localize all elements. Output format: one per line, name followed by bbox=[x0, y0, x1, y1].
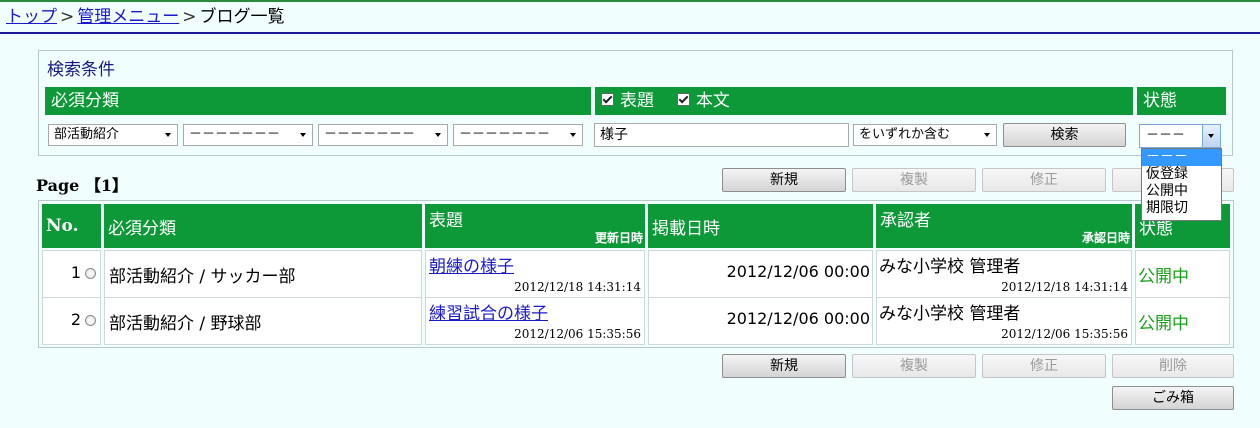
category-select-2[interactable]: －－－－－－－ bbox=[183, 124, 313, 146]
table-row-1-title: 朝練の様子 2012/12/18 14:31:14 bbox=[425, 250, 645, 298]
header-no: No. bbox=[42, 204, 101, 248]
new-button[interactable]: 新規 bbox=[722, 168, 846, 192]
copy-button-bottom[interactable]: 複製 bbox=[852, 354, 976, 378]
header-approved-label: 承認日時 bbox=[1081, 231, 1130, 245]
header-category: 必須分類 bbox=[104, 204, 422, 248]
header-updated-label: 更新日時 bbox=[594, 231, 643, 245]
approved-datetime: 2012/12/06 15:35:56 bbox=[1001, 327, 1128, 341]
status-option[interactable]: 公開中 bbox=[1142, 183, 1221, 200]
blog-table: No. 必須分類 表題 更新日時 掲載日時 承認者 承認日時 状態 1 部活動紹介 … bbox=[38, 200, 1234, 348]
header-approver-label: 承認者 bbox=[880, 211, 931, 231]
title-check-label: 表題 bbox=[620, 91, 654, 111]
category-select-3-value: －－－－－－－ bbox=[324, 127, 416, 142]
table-row-1-published: 2012/12/06 00:00 bbox=[648, 250, 873, 298]
status-option[interactable]: 仮登録 bbox=[1142, 166, 1221, 183]
blog-title-link[interactable]: 練習試合の様子 bbox=[429, 304, 548, 324]
chevron-down-icon bbox=[165, 133, 171, 137]
header-title-label: 表題 bbox=[429, 211, 463, 231]
header-published-label: 掲載日時 bbox=[652, 219, 720, 239]
table-row-2-approver: みな小学校 管理者 2012/12/06 15:35:56 bbox=[876, 297, 1132, 345]
category-header: 必須分類 bbox=[45, 87, 591, 115]
search-button[interactable]: 検索 bbox=[1003, 123, 1126, 147]
match-mode-value: をいずれか含む bbox=[859, 127, 951, 142]
breadcrumb-current: ブログ一覧 bbox=[199, 7, 285, 27]
header-title: 表題更新日時 bbox=[425, 204, 645, 248]
table-row-2-no: 2 bbox=[42, 297, 101, 345]
status-select-value: －－－ bbox=[1146, 128, 1186, 143]
body-checkbox[interactable] bbox=[676, 93, 690, 106]
copy-button[interactable]: 複製 bbox=[852, 168, 976, 192]
category-select-3[interactable]: －－－－－－－ bbox=[318, 124, 448, 146]
body-check-label: 本文 bbox=[695, 91, 730, 111]
table-row-1-no: 1 bbox=[42, 250, 101, 298]
status-option[interactable]: 期限切 bbox=[1142, 200, 1221, 217]
category-select-2-value: －－－－－－－ bbox=[189, 127, 281, 142]
edit-button[interactable]: 修正 bbox=[982, 168, 1106, 192]
table-row-1-status: 公開中 bbox=[1135, 250, 1230, 298]
breadcrumb-menu-link[interactable]: 管理メニュー bbox=[77, 7, 179, 27]
table-row-2-category: 部活動紹介 / 野球部 bbox=[104, 297, 422, 345]
chevron-down-icon bbox=[300, 133, 306, 137]
chevron-down-icon bbox=[570, 133, 576, 137]
chevron-down-icon bbox=[984, 133, 990, 137]
breadcrumb-separator: > bbox=[182, 7, 197, 27]
header-category-label: 必須分類 bbox=[108, 219, 176, 239]
category-select-4-value: －－－－－－－ bbox=[459, 127, 551, 142]
match-mode-select[interactable]: をいずれか含む bbox=[853, 124, 997, 146]
edit-button-bottom[interactable]: 修正 bbox=[982, 354, 1106, 378]
breadcrumb: トップ > 管理メニュー > ブログ一覧 bbox=[6, 6, 285, 28]
breadcrumb-top-link[interactable]: トップ bbox=[6, 7, 57, 27]
row-radio[interactable] bbox=[85, 315, 96, 326]
new-button-bottom[interactable]: 新規 bbox=[722, 354, 846, 378]
table-row-1-approver: みな小学校 管理者 2012/12/18 14:31:14 bbox=[876, 250, 1132, 298]
approver-name: みな小学校 管理者 bbox=[879, 257, 1021, 277]
status-header: 状態 bbox=[1137, 87, 1226, 115]
header-rule bbox=[0, 32, 1260, 34]
chevron-down-icon[interactable] bbox=[1202, 125, 1220, 147]
search-panel-title: 検索条件 bbox=[47, 60, 115, 80]
category-select-4[interactable]: －－－－－－－ bbox=[453, 124, 583, 146]
table-row-2-title: 練習試合の様子 2012/12/06 15:35:56 bbox=[425, 297, 645, 345]
updated-datetime: 2012/12/06 15:35:56 bbox=[514, 327, 641, 341]
top-accent-bar bbox=[0, 0, 1260, 2]
title-checkbox[interactable] bbox=[601, 93, 614, 106]
row-radio[interactable] bbox=[85, 268, 96, 279]
text-target-header: 表題 本文 bbox=[595, 87, 1133, 115]
page-indicator: Page 【1】 bbox=[36, 176, 129, 195]
row-number: 1 bbox=[70, 263, 81, 282]
table-row-2-status: 公開中 bbox=[1135, 297, 1230, 345]
row-number: 2 bbox=[70, 310, 81, 329]
updated-datetime: 2012/12/18 14:31:14 bbox=[514, 280, 641, 294]
delete-button-bottom[interactable]: 削除 bbox=[1112, 354, 1234, 378]
status-dropdown-list: －－－ 仮登録 公開中 期限切 bbox=[1141, 148, 1222, 221]
chevron-down-icon bbox=[435, 133, 441, 137]
status-badge: 公開中 bbox=[1138, 267, 1189, 287]
status-option[interactable]: －－－ bbox=[1142, 149, 1221, 166]
table-row-2-published: 2012/12/06 00:00 bbox=[648, 297, 873, 345]
approved-datetime: 2012/12/18 14:31:14 bbox=[1001, 280, 1128, 294]
header-no-label: No. bbox=[46, 216, 79, 236]
blog-title-link[interactable]: 朝練の様子 bbox=[429, 257, 514, 277]
header-approver: 承認者承認日時 bbox=[876, 204, 1132, 248]
approver-name: みな小学校 管理者 bbox=[879, 304, 1021, 324]
status-select[interactable]: －－－ bbox=[1139, 124, 1221, 148]
status-badge: 公開中 bbox=[1138, 314, 1189, 334]
table-row-1-category: 部活動紹介 / サッカー部 bbox=[104, 250, 422, 298]
category-select-1-value: 部活動紹介 bbox=[54, 127, 120, 142]
keyword-input[interactable]: 様子 bbox=[594, 123, 849, 147]
header-published: 掲載日時 bbox=[648, 204, 873, 248]
trash-button[interactable]: ごみ箱 bbox=[1112, 386, 1234, 410]
breadcrumb-separator: > bbox=[60, 7, 75, 27]
category-select-1[interactable]: 部活動紹介 bbox=[48, 124, 178, 146]
